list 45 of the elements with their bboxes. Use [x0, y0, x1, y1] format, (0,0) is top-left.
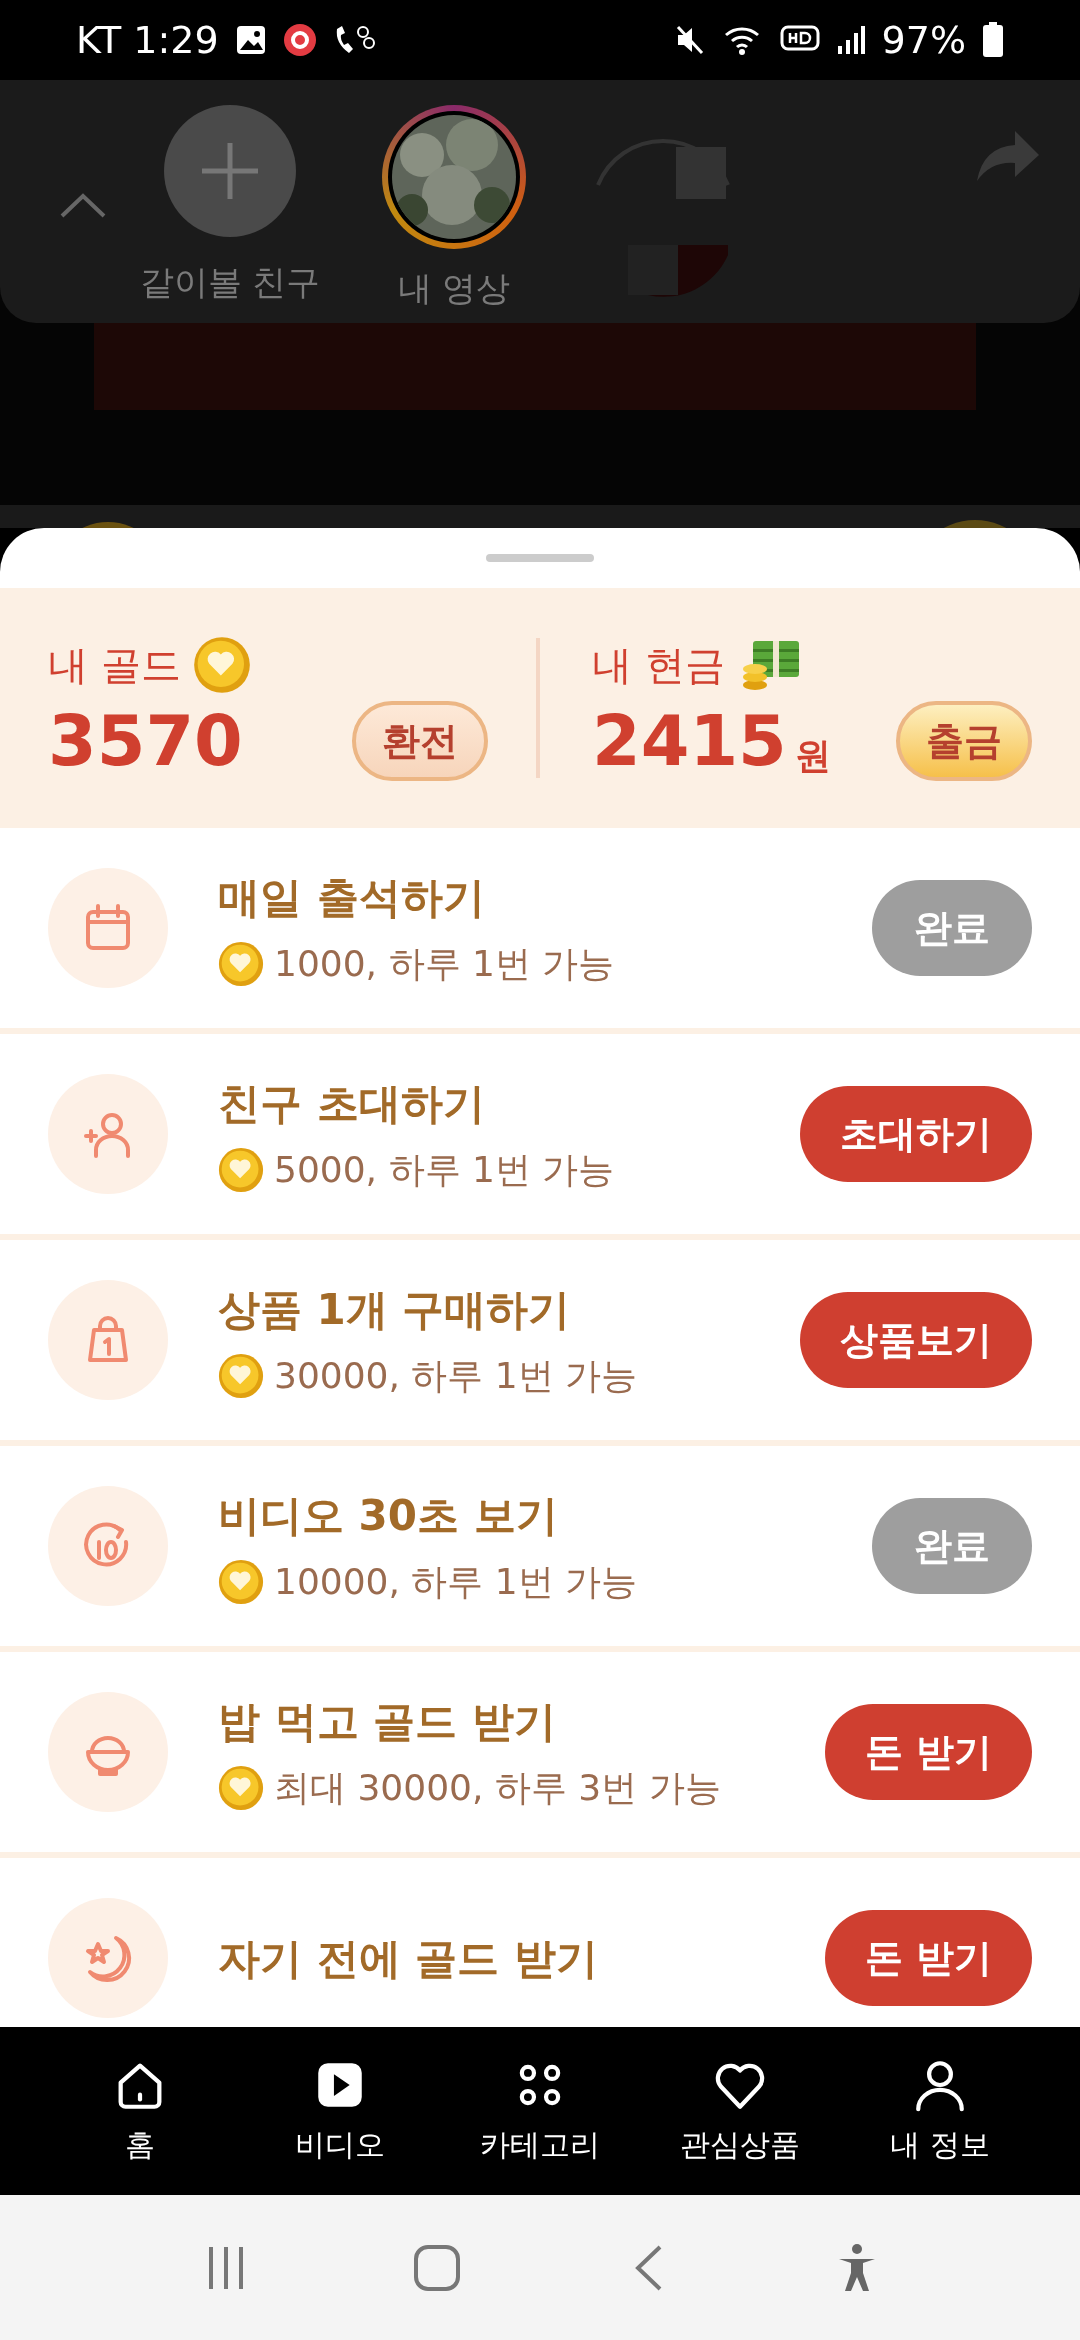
- cash-amount: 2415: [592, 706, 787, 776]
- signal-icon: [835, 24, 866, 56]
- gallery-icon: [234, 24, 267, 56]
- cash-label: 내 현금: [592, 641, 725, 690]
- nav-tab[interactable]: 내 정보: [850, 2055, 1030, 2167]
- mission-title: 비디오 30초 보기: [218, 1489, 559, 1542]
- coin-icon: [218, 1764, 264, 1811]
- nav-tab[interactable]: 비디오: [250, 2055, 430, 2167]
- mission-reward: 5000, 하루 1번 가능: [274, 1147, 615, 1192]
- withdraw-button[interactable]: 출금: [896, 701, 1032, 781]
- coin-icon: [218, 1352, 264, 1399]
- coin-icon: [218, 940, 264, 987]
- mission-button[interactable]: 상품보기: [800, 1292, 1032, 1388]
- share-label: 같이볼 친구: [139, 261, 321, 304]
- battery-icon: [982, 22, 1004, 58]
- mission-button[interactable]: 초대하기: [800, 1086, 1032, 1182]
- coin-icon: [192, 636, 251, 694]
- mission-reward: 10000, 하루 1번 가능: [274, 1559, 638, 1604]
- mission-title: 상품 1개 구매하기: [218, 1283, 572, 1336]
- home-button-icon[interactable]: [412, 2242, 463, 2293]
- share-label: 내 영상: [397, 267, 511, 310]
- mission-title: 매일 출석하기: [218, 871, 486, 924]
- nav-tab[interactable]: 홈: [50, 2055, 230, 2167]
- nav-tab[interactable]: 관심상품: [650, 2055, 830, 2167]
- mission-button[interactable]: 완료: [872, 880, 1032, 976]
- mission-reward: 30000, 하루 1번 가능: [274, 1353, 638, 1398]
- mission-button[interactable]: 돈 받기: [824, 1910, 1032, 2006]
- currency-unit: 원: [794, 738, 831, 774]
- mission-title: 자기 전에 골드 받기: [218, 1932, 599, 1985]
- mission-title: 친구 초대하기: [218, 1077, 486, 1130]
- mission-button[interactable]: 완료: [872, 1498, 1032, 1594]
- coin-icon: [218, 1146, 264, 1193]
- mission-title: 밥 먹고 골드 받기: [218, 1695, 557, 1748]
- exchange-button[interactable]: 환전: [352, 701, 488, 781]
- carrier-time: KT 1:29: [76, 16, 219, 64]
- mission-reward: 1000, 하루 1번 가능: [274, 941, 615, 986]
- coin-balance-label: 내 골드: [48, 641, 181, 690]
- coin-icon: [218, 1558, 264, 1605]
- coin-balance: 3570: [48, 706, 243, 776]
- drag-handle[interactable]: [486, 554, 594, 562]
- battery-percent: 97%: [881, 16, 966, 64]
- nav-tab[interactable]: 카테고리: [450, 2055, 630, 2167]
- app-notification-icon: [282, 23, 317, 57]
- mission-reward: 최대 30000, 하루 3번 가능: [274, 1765, 721, 1810]
- mission-button[interactable]: 돈 받기: [824, 1704, 1032, 1800]
